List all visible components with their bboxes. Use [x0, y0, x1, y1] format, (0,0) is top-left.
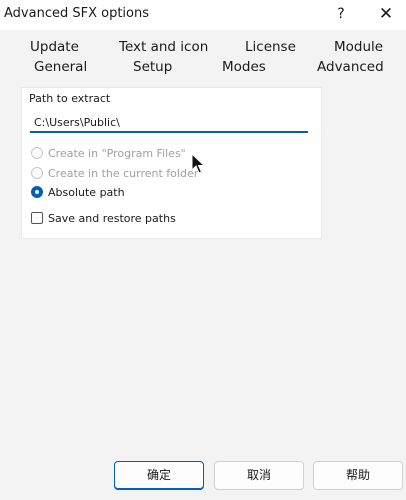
- path-to-extract-input[interactable]: [30, 113, 308, 133]
- radio-label: Create in "Program Files": [48, 147, 186, 160]
- ok-button[interactable]: 确定: [114, 461, 204, 490]
- tab-text-and-icon[interactable]: Text and icon: [119, 39, 208, 55]
- radio-circle-icon: [31, 167, 43, 179]
- tab-license[interactable]: License: [245, 39, 296, 55]
- tab-modes[interactable]: Modes: [222, 59, 266, 75]
- help-question-button[interactable]: ?: [331, 4, 351, 24]
- close-button[interactable]: ✕: [374, 4, 398, 24]
- radio-circle-icon: [31, 147, 43, 159]
- tab-advanced[interactable]: Advanced: [317, 59, 384, 75]
- radio-selected-icon: [31, 186, 43, 198]
- title-bar: Advanced SFX options ? ✕: [0, 0, 406, 30]
- tab-general[interactable]: General: [34, 59, 87, 75]
- tab-setup[interactable]: Setup: [133, 59, 172, 75]
- checkbox-icon: [31, 212, 43, 224]
- mouse-cursor-icon: [191, 153, 205, 174]
- tab-update[interactable]: Update: [30, 39, 79, 55]
- tab-row-2: General Setup Modes Advanced: [0, 59, 406, 79]
- window-title: Advanced SFX options: [4, 6, 149, 21]
- cancel-button[interactable]: 取消: [214, 461, 304, 490]
- tab-module[interactable]: Module: [334, 39, 383, 55]
- path-to-extract-label: Path to extract: [29, 92, 111, 105]
- help-button[interactable]: 帮助: [313, 461, 403, 490]
- tab-row-1: Update Text and icon License Module: [0, 39, 406, 59]
- checkbox-label: Save and restore paths: [48, 212, 176, 225]
- general-tab-panel: Path to extract Create in "Program Files…: [21, 87, 322, 239]
- radio-label: Create in the current folder: [48, 167, 199, 180]
- radio-label: Absolute path: [48, 186, 125, 199]
